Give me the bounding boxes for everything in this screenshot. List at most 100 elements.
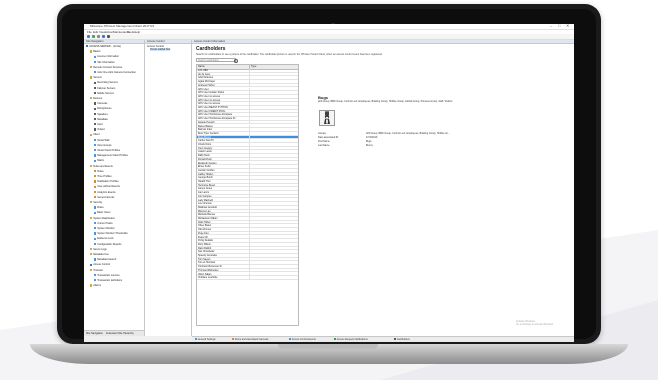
tree-item-label: User-defined Events <box>97 185 120 189</box>
tree-node-icon <box>94 60 97 64</box>
tree-node-icon <box>94 123 97 126</box>
tree-item-transaction-sources[interactable]: Transaction sources <box>94 274 120 277</box>
tree-item-output[interactable]: Output <box>94 128 105 131</box>
tree-item-notification-profiles[interactable]: Notification Profiles <box>94 180 119 183</box>
tab-label: Doors and Associated Cameras <box>234 338 269 341</box>
tree-node-icon <box>94 170 97 173</box>
tree-item-management-client-profiles[interactable]: Management Client Profiles <box>94 154 128 157</box>
tab-general-settings[interactable]: General Settings <box>195 338 216 342</box>
column-header-name[interactable]: Name <box>198 65 205 69</box>
tree-item-metadata[interactable]: Metadata <box>94 118 108 121</box>
close-button[interactable]: ✕ <box>566 24 569 28</box>
maximize-button[interactable]: □ <box>558 24 560 28</box>
tree-item-label: Axis One-click Camera Connection <box>97 71 136 74</box>
tree-item-label: Roles <box>97 206 104 210</box>
tree-item-client[interactable]: Client <box>90 133 100 136</box>
tree-item-analytics-events[interactable]: Analytics Events <box>94 191 116 194</box>
tree-item-rules[interactable]: Rules <box>94 170 104 173</box>
tree-item-devices[interactable]: Devices <box>90 97 102 100</box>
tab-label: Cardholders <box>396 338 410 341</box>
tree-item-system-monitor-thresholds[interactable]: System Monitor Thresholds <box>94 232 128 235</box>
refresh-icon[interactable] <box>92 35 95 38</box>
tree-item-transaction-definitions[interactable]: Transaction definitions <box>94 279 122 282</box>
tree-item-server-logs[interactable]: Server Logs <box>90 248 107 251</box>
tree-item-cameras[interactable]: Cameras <box>94 102 107 105</box>
tree-item-remote-connect-services[interactable]: Remote Connect Services <box>90 66 122 69</box>
tab-label: General Settings <box>197 338 216 341</box>
tree-item-alarms[interactable]: Alarms <box>90 284 101 287</box>
screen: Milestone XProtect Management Client 201… <box>84 24 574 342</box>
tab-icon <box>394 338 396 341</box>
column-header-type[interactable]: Type <box>251 65 256 69</box>
minimize-button[interactable]: – <box>550 24 552 28</box>
search-icon[interactable] <box>234 58 238 63</box>
tree-node-icon <box>90 133 93 136</box>
tree-item-label: Notification Profiles <box>97 180 119 184</box>
tree-node-icon <box>94 196 97 199</box>
properties-icon[interactable] <box>107 35 110 38</box>
tree-item-label: Evidence Lock <box>97 237 114 241</box>
tree-item-recording-servers[interactable]: Recording Servers <box>94 81 118 84</box>
search-input[interactable]: Search cardholders <box>196 58 236 62</box>
tab-doors-and-associated-cameras[interactable]: Doors and Associated Cameras <box>232 338 268 342</box>
tab-access-request-notifications[interactable]: Access Request Notifications <box>334 338 368 342</box>
tree-item-current-tasks[interactable]: Current Tasks <box>94 222 113 225</box>
list-item-omnis-global-test[interactable]: Omnis Global Test <box>150 48 171 51</box>
nav-footer-tabs: Site Navigation Federated Site Hierarchy <box>84 330 144 336</box>
tree-item-transact[interactable]: Transact <box>90 269 103 272</box>
tree-item-view-groups[interactable]: View Groups <box>94 144 111 147</box>
tab-icon <box>232 338 234 341</box>
tree-item-license-information[interactable]: License Information <box>94 55 119 58</box>
table-row[interactable]: Vinblane Leaf Erie <box>197 276 298 280</box>
tree-item-servers[interactable]: Servers <box>90 76 102 79</box>
tree-item-generic-events[interactable]: Generic Events <box>94 196 114 199</box>
tree-item-speakers[interactable]: Speakers <box>94 113 108 116</box>
tree-item-label: System Monitor <box>97 227 115 230</box>
tree-item-metadata-search[interactable]: Metadata Search <box>94 258 116 261</box>
tree-item-smart-client-profiles[interactable]: Smart Client Profiles <box>94 149 120 152</box>
tree-node-icon <box>94 227 97 230</box>
tab-cardholders[interactable]: Cardholders <box>394 338 410 342</box>
tree-item-roles[interactable]: Roles <box>94 206 104 209</box>
tree-item-time-profiles[interactable]: Time Profiles <box>94 175 112 178</box>
tree-item-system-monitor[interactable]: System Monitor <box>94 227 115 230</box>
tree-item-basics[interactable]: Basics <box>90 50 101 53</box>
tree-item-metadata-use[interactable]: Metadata Use <box>90 253 109 256</box>
tree-item-system-dashboard[interactable]: System Dashboard <box>90 217 114 220</box>
tab-label: Access Control Events <box>291 338 316 341</box>
tree-item-access-server-10-0a[interactable]: ACCESS-SERVER - (10.0a) <box>86 45 121 48</box>
tree-node-icon <box>94 154 97 157</box>
tree-item-matrix[interactable]: Matrix <box>94 159 104 162</box>
tree-node-icon <box>94 81 97 84</box>
tree-item-label: Analytics Events <box>97 190 116 194</box>
tree-item-microphones[interactable]: Microphones <box>94 107 112 110</box>
cardholder-table: Name Type A.N. ABC Ab de Geer Adolf Ahleni… <box>196 64 299 326</box>
tree-item-access-control[interactable]: Access Control <box>90 263 110 266</box>
save-icon[interactable] <box>87 35 90 38</box>
tree-item-input[interactable]: Input <box>94 123 103 126</box>
help-icon[interactable] <box>97 35 100 38</box>
tree-item-rules-and-events[interactable]: Rules and Events <box>90 165 113 168</box>
tab-access-control-events[interactable]: Access Control Events <box>289 338 316 342</box>
tree-item-configuration-reports[interactable]: Configuration Reports <box>94 243 122 246</box>
tree-item-smart-wall[interactable]: Smart Wall <box>94 139 109 142</box>
tree-item-security[interactable]: Security <box>90 201 102 204</box>
tree-item-label: System Dashboard <box>93 216 115 220</box>
tree-item-label: License Information <box>97 55 120 59</box>
tree-item-axis-one-click-camera-connection[interactable]: Axis One-click Camera Connection <box>94 71 136 74</box>
tree-item-site-information[interactable]: Site Information <box>94 61 115 64</box>
tree-item-label: Time Profiles <box>97 175 112 178</box>
tree-item-mobile-servers[interactable]: Mobile Servers <box>94 92 114 95</box>
back-icon[interactable] <box>102 35 105 38</box>
tab-site-navigation[interactable]: Site Navigation <box>86 331 103 336</box>
tree-item-user-defined-events[interactable]: User-defined Events <box>94 185 120 188</box>
tree-item-basic-users[interactable]: Basic Users <box>94 211 111 214</box>
tree-node-icon <box>94 149 97 152</box>
tree-node-icon <box>90 201 93 204</box>
tree-node-icon <box>94 55 97 58</box>
tree-node-icon <box>94 185 97 188</box>
tab-federated-site-hierarchy[interactable]: Federated Site Hierarchy <box>106 331 134 336</box>
tree-item-failover-servers[interactable]: Failover Servers <box>94 87 115 90</box>
tree-item-label: Devices <box>93 97 103 100</box>
tree-item-evidence-lock[interactable]: Evidence Lock <box>94 237 113 240</box>
